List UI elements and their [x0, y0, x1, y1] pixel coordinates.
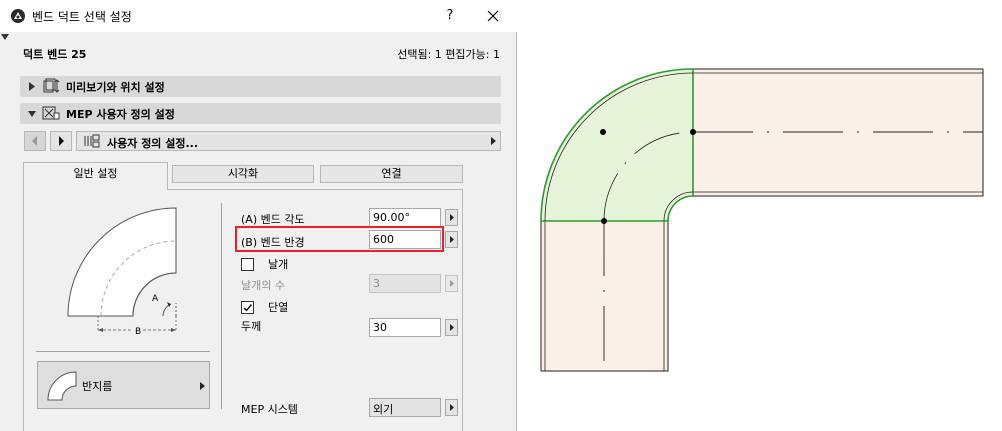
triangle-down-icon: [28, 111, 36, 117]
bend-angle-label: (A) 벤드 각도: [241, 213, 305, 226]
arrow-left-icon: [32, 136, 37, 146]
close-icon[interactable]: [482, 6, 504, 26]
section-mep-custom[interactable]: MEP 사용자 정의 설정: [20, 103, 501, 124]
window-title: 벤드 덕트 선택 설정: [32, 10, 132, 24]
chevron-right-icon: [450, 280, 454, 287]
duct-bend-plan-view: [540, 68, 984, 372]
mep-system-arrow[interactable]: [445, 399, 458, 416]
triangle-right-icon: [29, 82, 35, 91]
bend-radius-arrow[interactable]: [445, 231, 458, 248]
chevron-right-icon: [450, 214, 454, 221]
thickness-arrow[interactable]: [445, 319, 458, 336]
mep-system-selector[interactable]: 외기: [369, 398, 441, 417]
checkmark-icon: [243, 304, 253, 312]
element-name: 덕트 벤드 25: [23, 48, 87, 61]
next-button[interactable]: [50, 131, 72, 151]
vane-count-label: 날개의 수: [241, 279, 285, 292]
bend-duct-settings-dialog: 벤드 덕트 선택 설정 ? 덕트 벤드 25 선택됨: 1 편집가능: 1 미리…: [0, 0, 517, 431]
vane-count-input[interactable]: 3: [369, 274, 441, 293]
custom-settings-selector[interactable]: 사용자 정의 설정...: [76, 131, 501, 151]
highlight-box: [235, 226, 444, 252]
thickness-label: 두께: [241, 320, 262, 333]
insulation-label: 단열: [268, 301, 289, 314]
title-bar: 벤드 덕트 선택 설정 ?: [0, 0, 517, 32]
help-button[interactable]: ?: [440, 6, 460, 26]
mep-settings-icon: [42, 106, 60, 120]
tab-connection[interactable]: 연결: [320, 165, 463, 183]
vanes-label: 날개: [268, 258, 289, 271]
vane-count-arrow[interactable]: [445, 275, 458, 292]
arrow-right-icon: [59, 136, 64, 146]
insulation-checkbox[interactable]: [241, 301, 254, 314]
bend-angle-input[interactable]: 90.00°: [369, 208, 441, 227]
bend-angle-arrow[interactable]: [445, 209, 458, 226]
radius-label-b: B: [133, 327, 144, 337]
custom-settings-icon: [84, 134, 100, 148]
section-preview-position[interactable]: 미리보기와 위치 설정: [20, 76, 501, 97]
bend-shape-button[interactable]: 반지름: [37, 361, 210, 409]
selection-info: 선택됨: 1 편집가능: 1: [397, 48, 500, 61]
bend-shape-label: 반지름: [82, 380, 113, 393]
bend-preview-diagram: [67, 207, 177, 332]
chevron-right-icon: [450, 236, 454, 243]
section-label: MEP 사용자 정의 설정: [66, 108, 175, 121]
chevron-right-icon: [491, 137, 496, 145]
chevron-right-icon: [200, 382, 205, 390]
tab-visualization[interactable]: 시각화: [172, 165, 314, 183]
mep-system-label: MEP 시스템: [241, 403, 298, 416]
section-label: 미리보기와 위치 설정: [66, 81, 165, 94]
angle-label-a: A: [152, 294, 159, 304]
chevron-right-icon: [450, 324, 454, 331]
chevron-right-icon: [450, 404, 454, 411]
archicad-app-icon: [11, 9, 25, 23]
custom-settings-label: 사용자 정의 설정...: [107, 137, 199, 150]
thickness-input[interactable]: 30: [369, 318, 441, 337]
tab-general[interactable]: 일반 설정: [23, 162, 168, 190]
radius-bend-icon: [47, 371, 77, 401]
preview-position-icon: [43, 78, 60, 93]
vanes-checkbox[interactable]: [241, 258, 254, 271]
divider: [221, 203, 222, 409]
prev-button[interactable]: [24, 131, 46, 151]
divider: [36, 351, 210, 352]
caret-down-icon[interactable]: [1, 34, 9, 40]
